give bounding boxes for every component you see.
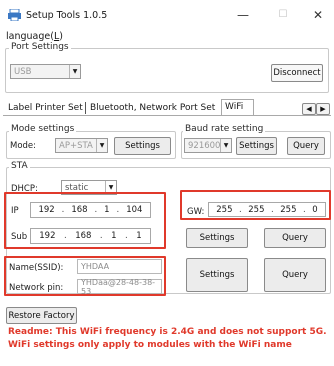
ssid-field[interactable]: YHDAA [77, 259, 162, 274]
baud-rate-title: Baud rate setting [183, 124, 266, 134]
tab-scroll-right-button[interactable]: ▶ [316, 103, 330, 115]
menu-language-label: language( [6, 31, 54, 42]
close-button[interactable]: ✕ [303, 6, 333, 24]
chevron-down-icon: ▼ [69, 65, 80, 78]
subnet-octet-1: 192 [39, 231, 56, 241]
ip-label: IP [11, 206, 19, 216]
port-select-value: USB [14, 66, 32, 77]
disconnect-button[interactable]: Disconnect [271, 64, 323, 82]
minimize-button[interactable]: — [228, 6, 258, 24]
wifi-settings-button[interactable]: Settings [186, 258, 248, 292]
port-select[interactable]: USB ▼ [10, 64, 81, 79]
gw-octet-2: 255 [248, 204, 265, 215]
tab-scroll-left-button[interactable]: ◀ [302, 103, 316, 115]
mode-select-value: AP+STA [59, 140, 93, 151]
gw-label: GW: [187, 207, 205, 217]
subnet-octet-3: 1 [111, 231, 117, 241]
baud-query-button[interactable]: Query [287, 137, 325, 155]
gw-octet-4: 0 [312, 204, 318, 215]
ssid-label: Name(SSID): [9, 263, 64, 273]
mode-label: Mode: [10, 141, 37, 151]
ip-octet-1: 192 [38, 205, 55, 215]
ip-octet-4: 104 [126, 205, 143, 215]
port-settings-title: Port Settings [9, 42, 71, 52]
subnet-octet-2: 168 [75, 231, 92, 241]
dhcp-select-value: static [65, 182, 89, 193]
tab-separator [85, 102, 86, 114]
network-pin-label: Network pin: [9, 283, 64, 293]
gw-octet-1: 255 [216, 204, 233, 215]
ip-octet-2: 168 [71, 205, 88, 215]
subnet-label: Sub [11, 232, 28, 242]
mode-settings-button[interactable]: Settings [114, 137, 171, 155]
baud-rate-select[interactable]: 921600 ▼ [184, 138, 232, 153]
gateway-field[interactable]: 255. 255. 255. 0 [208, 202, 326, 217]
readme-note: Readme: This WiFi frequency is 2.4G and … [8, 327, 327, 350]
restore-factory-button[interactable]: Restore Factory [6, 307, 77, 324]
tab-strip-border [3, 115, 331, 116]
mode-select[interactable]: AP+STA ▼ [55, 138, 108, 153]
sta-settings-button[interactable]: Settings [186, 228, 248, 248]
menu-language-end: ) [59, 31, 63, 42]
maximize-button[interactable]: ☐ [268, 6, 298, 24]
chevron-down-icon: ▼ [96, 139, 107, 152]
baud-settings-button[interactable]: Settings [236, 137, 277, 155]
app-printer-icon [8, 9, 21, 21]
menu-language[interactable]: language(L) [6, 31, 63, 42]
window-title: Setup Tools 1.0.5 [26, 10, 108, 21]
chevron-down-icon: ▼ [220, 139, 231, 152]
network-pin-field[interactable]: YHDaa@28-48-38-53 [77, 278, 162, 296]
subnet-field[interactable]: 192. 168. 1. 1 [30, 228, 151, 244]
sta-title: STA [9, 161, 30, 171]
tab-bluetooth-network[interactable]: Bluetooth, Network Port Set [87, 101, 218, 116]
baud-rate-value: 921600 [188, 140, 220, 151]
wifi-query-button[interactable]: Query [264, 258, 326, 292]
sta-query-button[interactable]: Query [264, 228, 326, 248]
tab-wifi[interactable]: WiFi [221, 99, 254, 116]
subnet-octet-4: 1 [136, 231, 142, 241]
tab-label-printer-set[interactable]: Label Printer Set [5, 101, 86, 116]
ip-address-field[interactable]: 192. 168. 1. 104 [30, 202, 151, 218]
ip-octet-3: 1 [104, 205, 110, 215]
mode-settings-title: Mode settings [9, 124, 77, 134]
gw-octet-3: 255 [280, 204, 297, 215]
